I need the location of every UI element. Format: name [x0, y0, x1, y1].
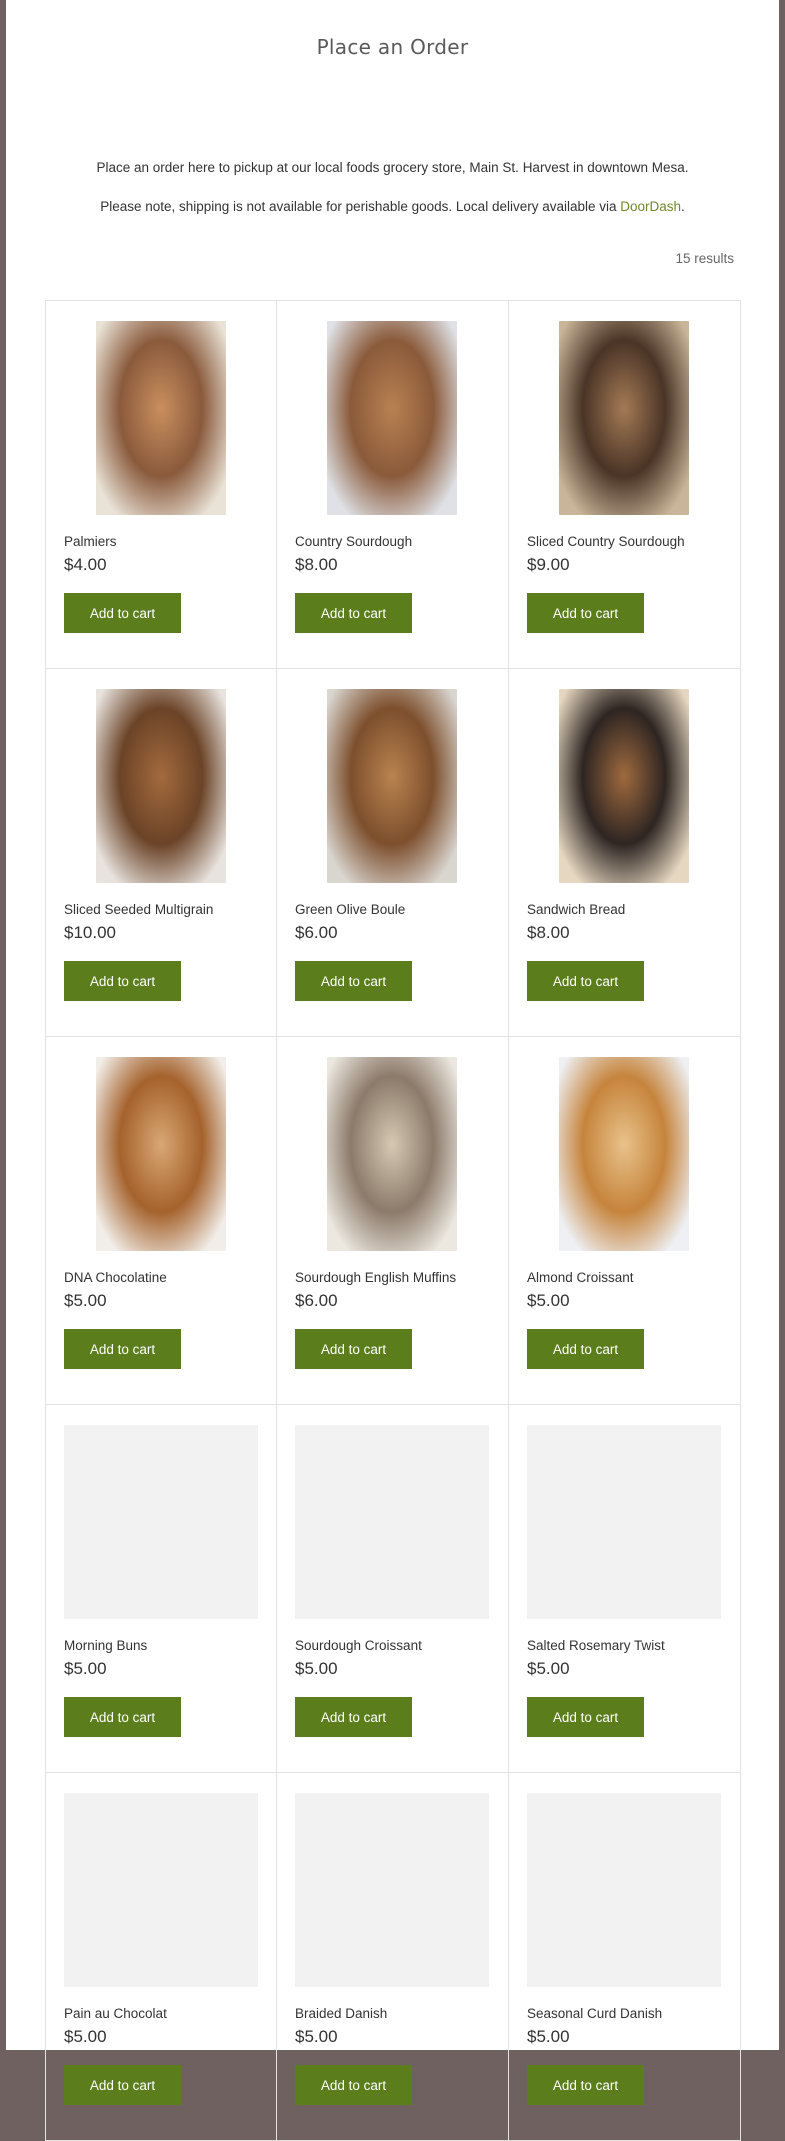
product-name[interactable]: Green Olive Boule: [295, 902, 405, 917]
english-muffins-photo[interactable]: [327, 1057, 457, 1251]
add-to-cart-button[interactable]: Add to cart: [64, 2065, 181, 2105]
product-image[interactable]: [527, 321, 721, 515]
add-to-cart-button[interactable]: Add to cart: [295, 1329, 412, 1369]
product-image[interactable]: [64, 321, 258, 515]
product-grid: Palmiers $4.00 Add to cart Country Sourdoug…: [45, 300, 741, 2141]
intro-pickup-text: Place an order here to pickup at our loc…: [96, 160, 689, 175]
product-name[interactable]: Sandwich Bread: [527, 902, 625, 917]
chocolatine-photo[interactable]: [96, 1057, 226, 1251]
intro-delivery-text: Please note, shipping is not available f…: [6, 199, 779, 214]
olive-boule-photo[interactable]: [327, 689, 457, 883]
product-card[interactable]: Salted Rosemary Twist $5.00 Add to cart: [509, 1405, 741, 1773]
product-price: $5.00: [64, 1291, 107, 1310]
palmiers-photo[interactable]: [96, 321, 226, 515]
product-image[interactable]: [527, 689, 721, 883]
add-to-cart-button[interactable]: Add to cart: [295, 593, 412, 633]
product-card[interactable]: Braided Danish $5.00 Add to cart: [277, 1773, 509, 2141]
product-name[interactable]: Morning Buns: [64, 1638, 147, 1653]
product-name[interactable]: Sourdough Croissant: [295, 1638, 422, 1653]
product-name[interactable]: DNA Chocolatine: [64, 1270, 167, 1285]
product-card[interactable]: Palmiers $4.00 Add to cart: [46, 301, 277, 669]
product-name[interactable]: Pain au Chocolat: [64, 2006, 167, 2021]
product-price: $5.00: [527, 2027, 570, 2046]
add-to-cart-button[interactable]: Add to cart: [527, 1697, 644, 1737]
product-name[interactable]: Palmiers: [64, 534, 117, 549]
product-price: $6.00: [295, 923, 338, 942]
product-card[interactable]: Morning Buns $5.00 Add to cart: [46, 1405, 277, 1773]
product-card[interactable]: Sourdough English Muffins $6.00 Add to car…: [277, 1037, 509, 1405]
product-card[interactable]: Sliced Seeded Multigrain $10.00 Add to car…: [46, 669, 277, 1037]
add-to-cart-button[interactable]: Add to cart: [527, 593, 644, 633]
intro-delivery-suffix: .: [681, 199, 685, 214]
intro-delivery-prefix: Please note, shipping is not available f…: [100, 199, 621, 214]
product-card[interactable]: Almond Croissant $5.00 Add to cart: [509, 1037, 741, 1405]
seeded-multigrain-photo[interactable]: [96, 689, 226, 883]
product-image[interactable]: [527, 1057, 721, 1251]
product-image[interactable]: [64, 1057, 258, 1251]
product-image[interactable]: [295, 321, 489, 515]
product-price: $5.00: [64, 2027, 107, 2046]
product-price: $10.00: [64, 923, 116, 942]
product-price: $5.00: [295, 2027, 338, 2046]
sandwich-bread-photo[interactable]: [559, 689, 689, 883]
product-image[interactable]: [64, 1425, 258, 1619]
product-image[interactable]: [64, 689, 258, 883]
add-to-cart-button[interactable]: Add to cart: [527, 1329, 644, 1369]
almond-croissant-photo[interactable]: [559, 1057, 689, 1251]
add-to-cart-button[interactable]: Add to cart: [64, 593, 181, 633]
add-to-cart-button[interactable]: Add to cart: [64, 1697, 181, 1737]
product-image[interactable]: [295, 1425, 489, 1619]
product-card[interactable]: Country Sourdough $8.00 Add to cart: [277, 301, 509, 669]
product-price: $5.00: [527, 1291, 570, 1310]
product-name[interactable]: Almond Croissant: [527, 1270, 634, 1285]
product-image[interactable]: [295, 1793, 489, 1987]
country-sourdough-photo[interactable]: [327, 321, 457, 515]
add-to-cart-button[interactable]: Add to cart: [527, 961, 644, 1001]
product-card[interactable]: Pain au Chocolat $5.00 Add to cart: [46, 1773, 277, 2141]
doordash-link[interactable]: DoorDash: [620, 199, 681, 214]
sliced-sourdough-photo[interactable]: [559, 321, 689, 515]
add-to-cart-button[interactable]: Add to cart: [295, 1697, 412, 1737]
product-card[interactable]: Green Olive Boule $6.00 Add to cart: [277, 669, 509, 1037]
product-price: $5.00: [527, 1659, 570, 1678]
product-image[interactable]: [295, 1057, 489, 1251]
product-image[interactable]: [64, 1793, 258, 1987]
add-to-cart-button[interactable]: Add to cart: [527, 2065, 644, 2105]
product-card[interactable]: DNA Chocolatine $5.00 Add to cart: [46, 1037, 277, 1405]
add-to-cart-button[interactable]: Add to cart: [64, 1329, 181, 1369]
product-name[interactable]: Sourdough English Muffins: [295, 1270, 456, 1285]
product-price: $6.00: [295, 1291, 338, 1310]
product-name[interactable]: Seasonal Curd Danish: [527, 2006, 662, 2021]
product-name[interactable]: Sliced Country Sourdough: [527, 534, 685, 549]
page: Place an Order Place an order here to pi…: [6, 0, 779, 2141]
product-image[interactable]: [527, 1793, 721, 1987]
product-price: $9.00: [527, 555, 570, 574]
product-image[interactable]: [527, 1425, 721, 1619]
results-count: 15 results: [675, 251, 734, 266]
add-to-cart-button[interactable]: Add to cart: [295, 961, 412, 1001]
product-card[interactable]: Sourdough Croissant $5.00 Add to cart: [277, 1405, 509, 1773]
product-card[interactable]: Sliced Country Sourdough $9.00 Add to cart: [509, 301, 741, 669]
product-card[interactable]: Sandwich Bread $8.00 Add to cart: [509, 669, 741, 1037]
product-name[interactable]: Country Sourdough: [295, 534, 412, 549]
page-title: Place an Order: [316, 35, 469, 59]
product-image[interactable]: [295, 689, 489, 883]
product-name[interactable]: Salted Rosemary Twist: [527, 1638, 665, 1653]
product-price: $8.00: [527, 923, 570, 942]
product-name[interactable]: Sliced Seeded Multigrain: [64, 902, 213, 917]
add-to-cart-button[interactable]: Add to cart: [295, 2065, 412, 2105]
product-price: $8.00: [295, 555, 338, 574]
product-card[interactable]: Seasonal Curd Danish $5.00 Add to cart: [509, 1773, 741, 2141]
product-price: $5.00: [64, 1659, 107, 1678]
product-price: $4.00: [64, 555, 107, 574]
product-price: $5.00: [295, 1659, 338, 1678]
product-name[interactable]: Braided Danish: [295, 2006, 387, 2021]
add-to-cart-button[interactable]: Add to cart: [64, 961, 181, 1001]
